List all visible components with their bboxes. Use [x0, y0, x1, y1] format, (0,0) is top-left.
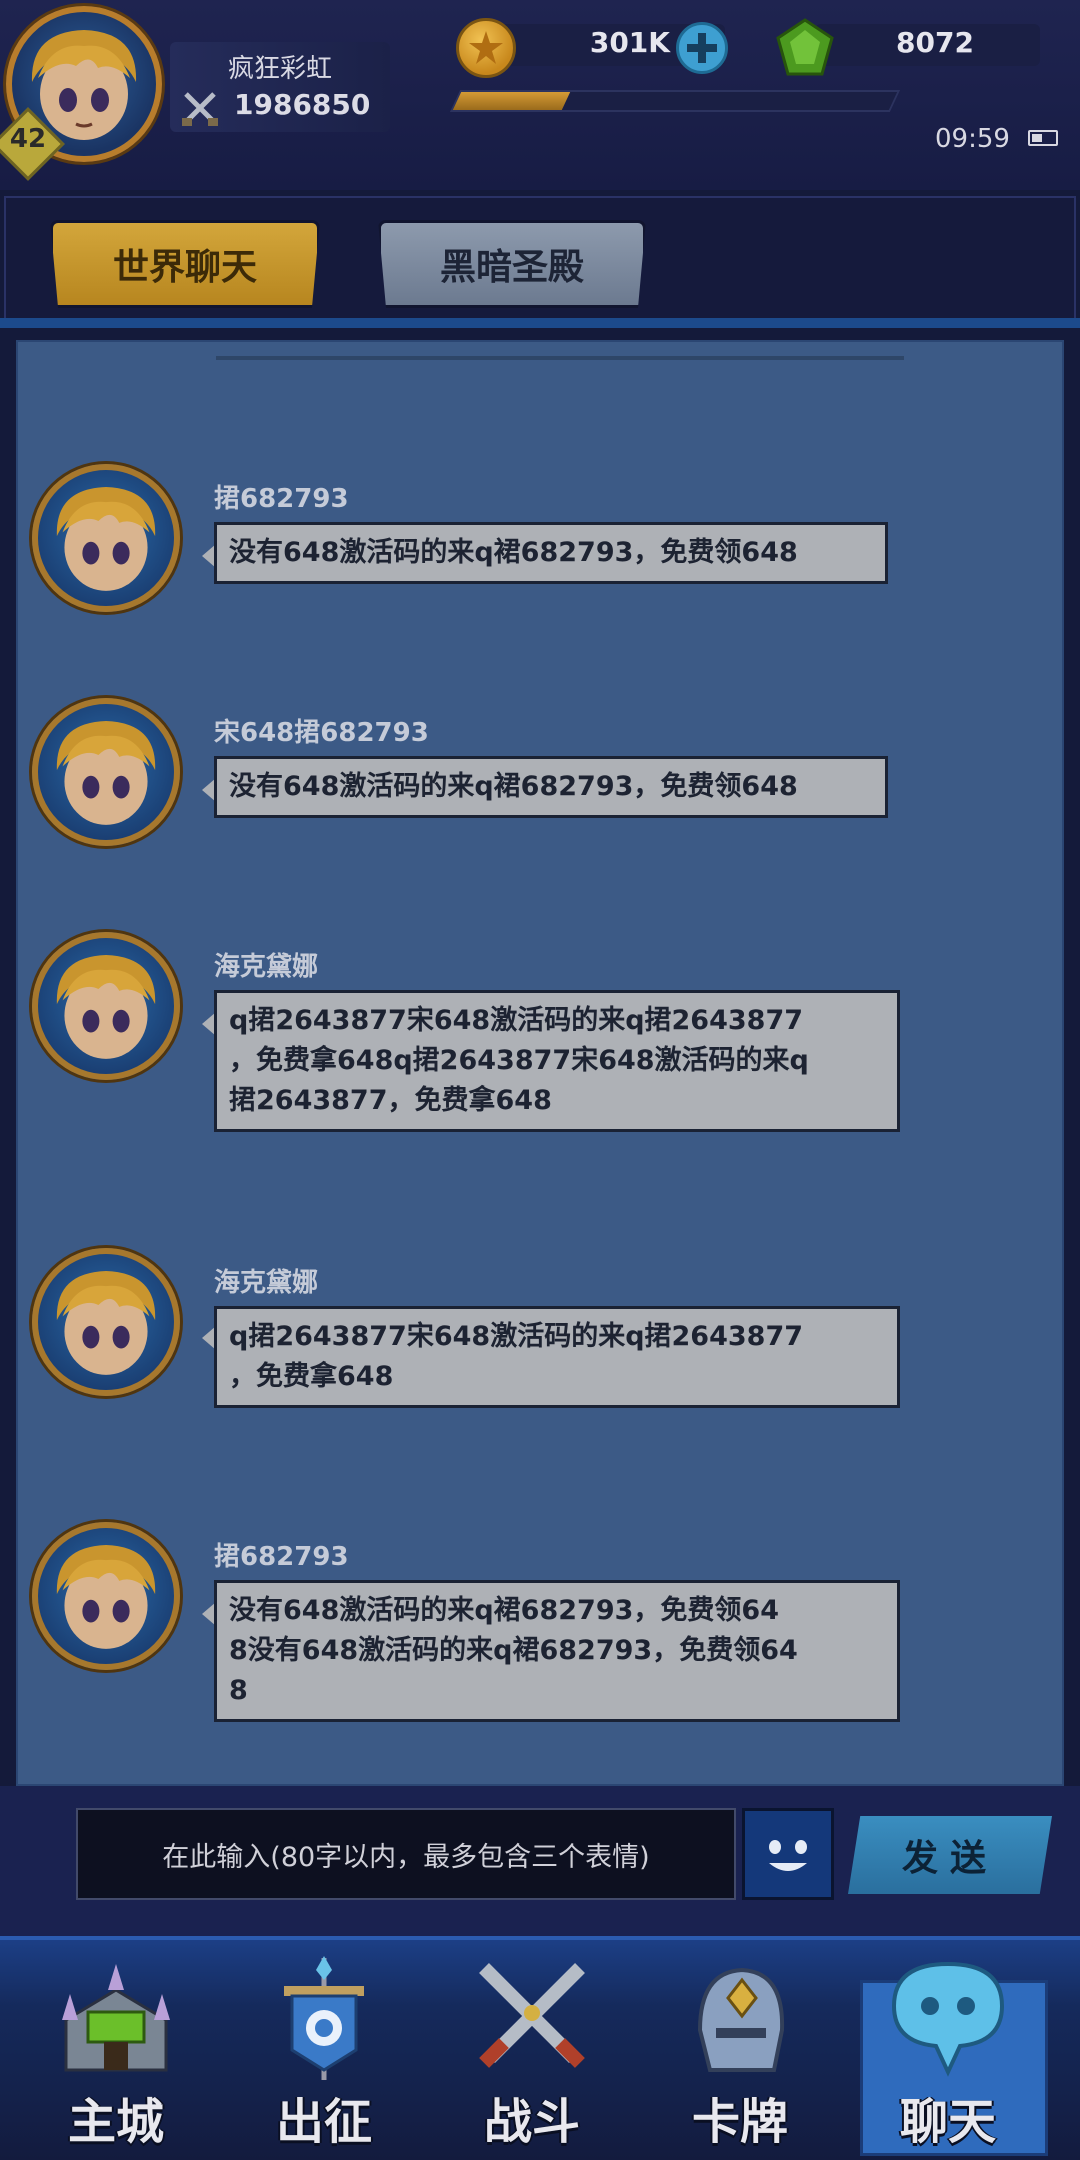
battery-icon: [1028, 130, 1058, 146]
player-level: 42: [9, 124, 47, 154]
gem-icon: [776, 18, 834, 76]
sender-name: 捃682793: [214, 1542, 349, 1572]
nav-label: 卡牌: [691, 2094, 788, 2150]
send-button[interactable]: 发送: [848, 1816, 1052, 1894]
hero-face-icon: [56, 1271, 156, 1375]
add-coins-button[interactable]: [676, 22, 728, 74]
hero-face-icon: [56, 487, 156, 591]
hero-face-icon: [56, 1545, 156, 1649]
emoji-button[interactable]: [742, 1808, 834, 1900]
chat-bubble: 没有648激活码的来q裙682793，免费领648: [214, 522, 888, 584]
nav-label: 主城: [67, 2094, 164, 2150]
gem-count: 8072: [896, 26, 974, 59]
chat-bubble-icon: [891, 1961, 1005, 2077]
sender-avatar[interactable]: [32, 464, 180, 612]
combat-power: 1986850: [234, 88, 371, 121]
sender-avatar[interactable]: [32, 932, 180, 1080]
sender-avatar[interactable]: [32, 1248, 180, 1396]
nav-label: 聊天: [899, 2094, 996, 2150]
hero-face-icon: [56, 955, 156, 1059]
banner-icon: [284, 1956, 364, 2080]
coin-icon: [456, 18, 516, 78]
smiley-icon: [769, 1840, 807, 1871]
nav-item-expedition[interactable]: 出征: [234, 1950, 414, 2150]
sender-avatar[interactable]: [32, 698, 180, 846]
tab-dark-temple[interactable]: 黑暗圣殿: [378, 220, 646, 308]
chat-bubble: 没有648激活码的来q裙682793，免费领648: [214, 756, 888, 818]
plus-icon: [687, 33, 717, 63]
chat-bubble: q捃2643877宋648激活码的来q捃2643877 ，免费拿648: [214, 1306, 900, 1408]
helmet-icon: [697, 1967, 785, 2072]
sender-name: 海克黛娜: [214, 952, 319, 982]
divider: [0, 318, 1080, 328]
tab-world-chat[interactable]: 世界聊天: [50, 220, 320, 308]
nav-item-battle[interactable]: 战斗: [442, 1950, 622, 2150]
chat-bubble: q捃2643877宋648激活码的来q捃2643877 ，免费拿648q捃264…: [214, 990, 900, 1132]
sender-name: 捃682793: [214, 484, 349, 514]
nav-label: 战斗: [483, 2094, 580, 2150]
sender-avatar[interactable]: [32, 1522, 180, 1670]
nav-item-main-city[interactable]: 主城: [26, 1950, 206, 2150]
clock: 09:59: [935, 124, 1010, 154]
hero-face-icon: [56, 721, 156, 825]
player-name: 疯狂彩虹: [228, 54, 333, 84]
divider: [216, 356, 904, 360]
exp-progress-fill: [452, 92, 571, 110]
nav-item-chat[interactable]: 聊天: [858, 1950, 1038, 2150]
coin-count: 301K: [589, 26, 670, 59]
crossed-swords-icon: [182, 92, 218, 126]
sender-name: 宋648捃682793: [214, 718, 429, 748]
exp-progress-bar: [449, 90, 901, 112]
sender-name: 海克黛娜: [214, 1268, 319, 1298]
crossed-swords-icon: [479, 1963, 585, 2068]
nav-item-cards[interactable]: 卡牌: [650, 1950, 830, 2150]
chat-bubble: 没有648激活码的来q裙682793，免费领64 8没有648激活码的来q裙68…: [214, 1580, 900, 1722]
chat-input[interactable]: 在此输入(80字以内，最多包含三个表情): [76, 1808, 736, 1900]
nav-label: 出征: [275, 2094, 372, 2150]
castle-icon: [62, 1964, 170, 2072]
